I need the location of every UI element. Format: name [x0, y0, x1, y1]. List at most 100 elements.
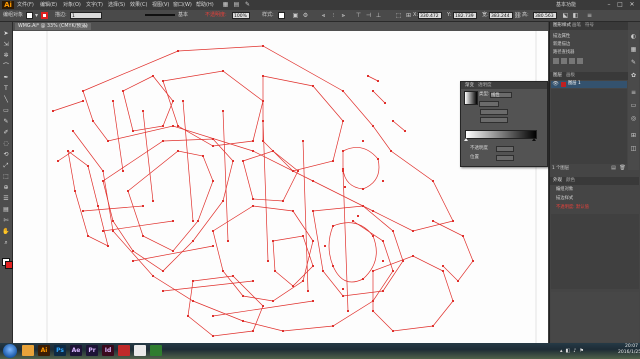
menu-view[interactable]: 视图(V) — [152, 1, 169, 9]
gradient-opacity-field[interactable] — [496, 146, 514, 152]
align-middle-icon[interactable]: ⊣ — [365, 12, 372, 19]
layer-name[interactable]: 图层 1 — [568, 81, 581, 87]
color-panel-icon[interactable]: ◐ — [629, 32, 638, 41]
preferences-icon[interactable]: ⚙ — [302, 12, 309, 19]
selection-tool-icon[interactable]: ➤ — [2, 30, 10, 37]
gradient-slider-bar[interactable] — [465, 130, 537, 139]
blob-brush-tool-icon[interactable]: ◌ — [2, 140, 10, 147]
opacity-field[interactable]: 100% — [232, 12, 250, 19]
menu-type[interactable]: 文字(T) — [86, 1, 103, 9]
stroke-panel-icon[interactable]: ≡ — [629, 88, 638, 97]
taskbar-app-6[interactable] — [118, 345, 130, 356]
panel-row[interactable]: 描边属性 — [553, 34, 570, 40]
artboard-canvas[interactable] — [13, 31, 548, 343]
gradient-thumbnail[interactable] — [464, 91, 478, 105]
zoom-tool-icon[interactable]: ⌕ — [2, 239, 10, 246]
appearance-row[interactable]: 描边样式 — [556, 196, 573, 202]
rectangle-tool-icon[interactable]: ▭ — [2, 107, 10, 114]
menu-window[interactable]: 窗口(W) — [173, 1, 192, 9]
eye-icon[interactable]: 👁 — [552, 81, 559, 88]
taskbar-app-4[interactable]: Pr — [86, 345, 98, 356]
gradient-location-field[interactable] — [496, 155, 514, 161]
lasso-tool-icon[interactable]: ⌒ — [2, 63, 10, 70]
stroke-swatch[interactable] — [41, 12, 48, 19]
chevron-down-icon[interactable]: ▾ — [33, 12, 40, 19]
taskbar-app-0[interactable] — [22, 345, 34, 356]
document-tab[interactable]: WMG.Ai* @ 33% (CMYK/预览) — [15, 23, 91, 30]
panel-row[interactable]: 新建描边 — [553, 42, 570, 48]
direct-select-tool-icon[interactable]: ⇲ — [2, 41, 10, 48]
brush-style-label[interactable]: 基本 — [178, 12, 188, 19]
height-field[interactable]: 380.563 — [533, 12, 557, 19]
transform-icon[interactable]: ⬚ — [395, 12, 402, 19]
delete-layer-icon[interactable]: 🗑 — [619, 165, 626, 172]
taskbar-app-3[interactable]: Ae — [70, 345, 82, 356]
start-button[interactable] — [3, 344, 17, 358]
align-bottom-icon[interactable]: ⊥ — [375, 12, 382, 19]
close-tab-icon[interactable]: ✕ — [82, 23, 89, 30]
align-left-icon[interactable]: ⫷ — [320, 12, 327, 19]
pen-tip-icon[interactable]: ✎ — [244, 1, 251, 8]
brushes-tab[interactable]: 画笔 — [570, 22, 583, 30]
fill-swatch[interactable] — [26, 12, 33, 19]
new-layer-icon[interactable]: ▤ — [610, 165, 617, 172]
pencil-tool-icon[interactable]: ✐ — [2, 129, 10, 136]
scale-tool-icon[interactable]: ⤢ — [2, 162, 10, 169]
document-setup-icon[interactable]: ▣ — [292, 12, 299, 19]
clock[interactable]: 20:07 2016/1/25 — [618, 344, 640, 356]
symbols-panel-icon[interactable]: ✿ — [629, 71, 638, 80]
transparency-panel-icon[interactable]: ◎ — [629, 114, 638, 123]
pathfinder-panel-icon[interactable]: ◫ — [629, 144, 638, 153]
maximize-button[interactable]: □ — [616, 1, 624, 8]
transparency-tab[interactable]: 透明度 — [478, 83, 492, 89]
gradient-stroke-select[interactable] — [479, 101, 499, 107]
reference-point-icon[interactable]: ⊞ — [405, 12, 412, 19]
appearance-row[interactable]: 编组对象 — [556, 187, 573, 193]
x-field[interactable]: 330.472 — [418, 12, 442, 19]
envelope-icon[interactable]: ⬕ — [562, 12, 569, 19]
gradient-panel-icon[interactable]: ▭ — [629, 101, 638, 110]
menu-help[interactable]: 帮助(H) — [196, 1, 214, 9]
align-center-icon[interactable]: ⫶ — [330, 12, 337, 19]
bridge-icon[interactable]: ▦ — [222, 1, 229, 8]
gradient-stop-left[interactable] — [464, 138, 468, 141]
stroke-profile-preview[interactable] — [145, 14, 175, 16]
line-tool-icon[interactable]: ╲ — [2, 96, 10, 103]
rotate-tool-icon[interactable]: ⟲ — [2, 151, 10, 158]
minimize-button[interactable]: – — [605, 1, 613, 8]
artboards-tab[interactable]: 画板 — [564, 72, 577, 80]
paintbrush-tool-icon[interactable]: ✎ — [2, 118, 10, 125]
artwork-paths[interactable] — [13, 31, 548, 343]
width-field[interactable]: 383.244 — [489, 12, 513, 19]
graph-tool-icon[interactable]: ▤ — [2, 206, 10, 213]
scissors-tool-icon[interactable]: ✄ — [2, 217, 10, 224]
system-tray-icons[interactable]: ▴◧♪⚑ — [560, 348, 615, 355]
align-top-icon[interactable]: ⊤ — [355, 12, 362, 19]
appearance-tab[interactable]: 外观 — [551, 177, 564, 185]
menu-select[interactable]: 选择(S) — [108, 1, 125, 9]
panel-menu-icon[interactable]: ≡ — [586, 12, 593, 19]
layers-tab[interactable]: 图层 — [551, 72, 564, 80]
graphic-style-swatch[interactable] — [278, 12, 285, 19]
free-transform-tool-icon[interactable]: ⬚ — [2, 173, 10, 180]
opacity-label[interactable]: 不透明度: — [205, 12, 227, 19]
workspace-switcher[interactable]: 基本功能 — [556, 1, 576, 9]
isolate-icon[interactable]: ◧ — [572, 12, 579, 19]
gradient-ratio-field[interactable] — [480, 117, 508, 123]
symbols-tab[interactable]: 符号 — [583, 22, 596, 30]
link-icon[interactable]: ⛓ — [514, 12, 522, 19]
gradient-angle-field[interactable] — [480, 109, 508, 115]
swatches-panel-icon[interactable]: ▦ — [629, 45, 638, 54]
menu-effect[interactable]: 效果(C) — [130, 1, 147, 9]
arrange-icon[interactable]: ▤ — [233, 1, 240, 8]
taskbar-app-1[interactable]: Ai — [38, 345, 50, 356]
menu-file[interactable]: 文件(F) — [17, 1, 34, 9]
taskbar-app-8[interactable] — [150, 345, 162, 356]
menu-object[interactable]: 对象(O) — [63, 1, 81, 9]
taskbar-app-5[interactable]: Id — [102, 345, 114, 356]
stroke-color-swatch[interactable] — [5, 261, 13, 269]
appearance-row[interactable]: 不透明度: 默认值 — [556, 205, 589, 211]
magic-wand-tool-icon[interactable]: ✲ — [2, 52, 10, 59]
panel-row[interactable]: 路径查找器 — [553, 50, 574, 56]
mesh-tool-icon[interactable]: ☰ — [2, 195, 10, 202]
